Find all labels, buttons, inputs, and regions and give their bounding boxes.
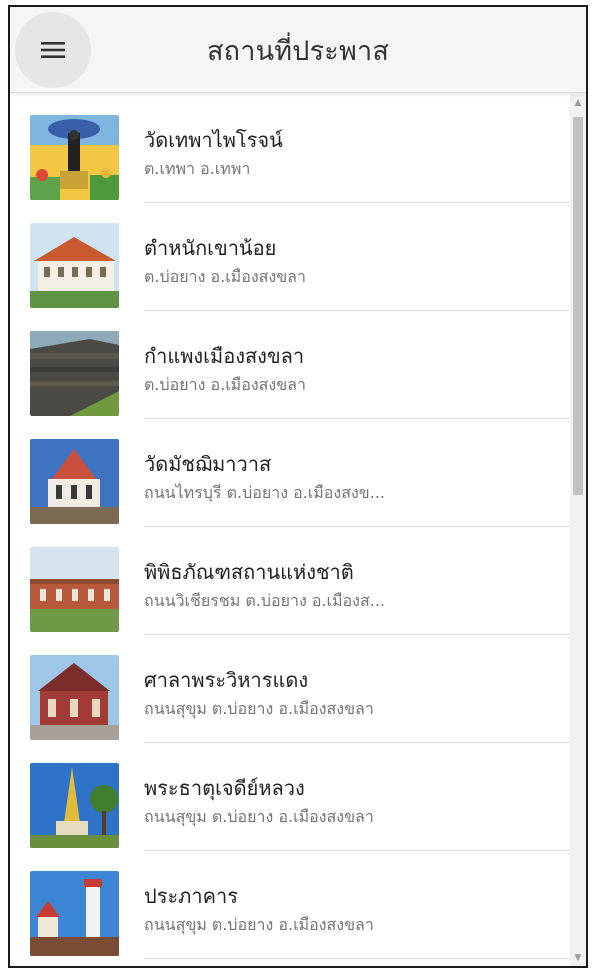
- list-item[interactable]: ศาลาพระวิหารแดง ถนนสุขุม ต.บ่อยาง อ.เมือ…: [10, 635, 572, 743]
- place-thumbnail: [30, 331, 119, 416]
- list-item[interactable]: วัดเทพาไพโรจน์ ต.เทพา อ.เทพา: [10, 95, 572, 203]
- list-item[interactable]: ประภาคาร ถนนสุขุม ต.บ่อยาง อ.เมืองสงขลา: [10, 851, 572, 959]
- place-address: ถนนสุขุม ต.บ่อยาง อ.เมืองสงขลา: [144, 807, 374, 826]
- place-address: ถนนไทรบุรี ต.บ่อยาง อ.เมืองสงข...: [144, 483, 385, 502]
- place-address: ต.บ่อยาง อ.เมืองสงขลา: [144, 375, 306, 394]
- menu-button[interactable]: [15, 12, 91, 88]
- place-name: พิพิธภัณฑสถานแห่งชาติ: [144, 560, 354, 584]
- vertical-scrollbar[interactable]: ▲ ▼: [570, 95, 586, 966]
- place-address: ถนนสุขุม ต.บ่อยาง อ.เมืองสงขลา: [144, 699, 374, 718]
- list-item[interactable]: พระธาตุเจดีย์หลวง ถนนสุขุม ต.บ่อยาง อ.เม…: [10, 743, 572, 851]
- list-item[interactable]: ตำหนักเขาน้อย ต.บ่อยาง อ.เมืองสงขลา: [10, 203, 572, 311]
- list-item[interactable]: กำแพงเมืองสงขลา ต.บ่อยาง อ.เมืองสงขลา: [10, 311, 572, 419]
- scroll-up-arrow-icon[interactable]: ▲: [570, 95, 586, 111]
- place-address: ต.เทพา อ.เทพา: [144, 159, 251, 178]
- app-bar: สถานที่ประพาส: [10, 7, 586, 93]
- place-thumbnail: [30, 547, 119, 632]
- place-thumbnail: [30, 439, 119, 524]
- place-name: ประภาคาร: [144, 884, 238, 908]
- scrollbar-thumb[interactable]: [573, 117, 583, 495]
- place-name: ตำหนักเขาน้อย: [144, 236, 277, 260]
- place-thumbnail: [30, 871, 119, 956]
- place-thumbnail: [30, 655, 119, 740]
- place-thumbnail: [30, 223, 119, 308]
- place-name: ศาลาพระวิหารแดง: [144, 668, 309, 692]
- app-frame: สถานที่ประพาส วัดเทพาไพโรจน์ ต.เทพา อ.เท…: [8, 5, 588, 968]
- list-item[interactable]: วัดมัชฌิมาวาส ถนนไทรบุรี ต.บ่อยาง อ.เมือ…: [10, 419, 572, 527]
- place-thumbnail: [30, 763, 119, 848]
- place-name: วัดมัชฌิมาวาส: [144, 452, 272, 476]
- place-address: ถนนวิเชียรชม ต.บ่อยาง อ.เมืองส...: [144, 591, 385, 610]
- page-title: สถานที่ประพาส: [206, 35, 390, 67]
- place-name: กำแพงเมืองสงขลา: [144, 344, 305, 368]
- scroll-down-arrow-icon[interactable]: ▼: [570, 950, 586, 966]
- place-address: ถนนสุขุม ต.บ่อยาง อ.เมืองสงขลา: [144, 915, 374, 934]
- divider: [144, 958, 570, 959]
- place-thumbnail: [30, 115, 119, 200]
- list-item[interactable]: พิพิธภัณฑสถานแห่งชาติ ถนนวิเชียรชม ต.บ่อ…: [10, 527, 572, 635]
- place-name: วัดเทพาไพโรจน์: [144, 128, 283, 152]
- places-list: วัดเทพาไพโรจน์ ต.เทพา อ.เทพา ตำหนักเขาน้…: [10, 95, 572, 966]
- hamburger-menu-icon: [41, 42, 65, 58]
- place-address: ต.บ่อยาง อ.เมืองสงขลา: [144, 267, 306, 286]
- place-name: พระธาตุเจดีย์หลวง: [144, 776, 305, 800]
